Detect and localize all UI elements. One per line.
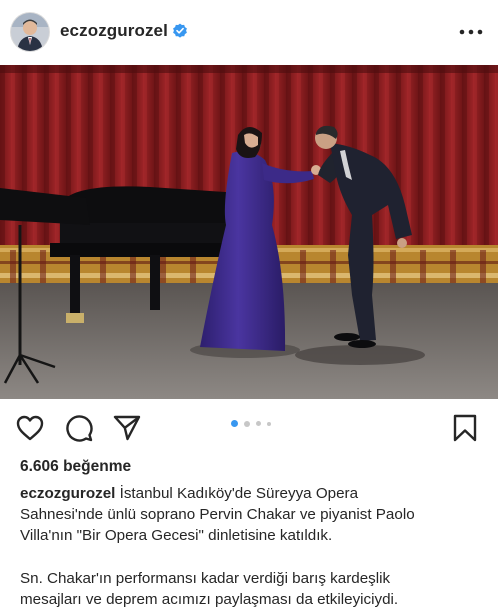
- caption-text: mesajları ve deprem acımızı paylaşması d…: [20, 591, 399, 608]
- carousel-dot: [244, 420, 250, 427]
- caption-username[interactable]: eczozgurozel: [20, 485, 115, 502]
- likes-count[interactable]: 6.606 beğenme: [20, 458, 131, 476]
- comment-bubble-icon[interactable]: [64, 413, 94, 443]
- verified-badge-icon: [173, 23, 187, 38]
- bookmark-icon[interactable]: [450, 413, 480, 443]
- caption-line: eczozgurozel İstanbul Kadıköy'de Süreyya…: [20, 483, 490, 504]
- avatar[interactable]: [11, 13, 49, 51]
- caption-text: Sahnesi'nde ünlü soprano Pervin Chakar v…: [20, 506, 415, 523]
- post-header: eczozgurozel: [0, 0, 498, 64]
- heart-icon[interactable]: [15, 413, 45, 443]
- caption-text: Villa'nın "Bir Opera Gecesi" dinletisine…: [20, 527, 333, 544]
- post-caption: eczozgurozel İstanbul Kadıköy'de Süreyya…: [20, 483, 490, 610]
- carousel-dot-active: [231, 420, 238, 427]
- post-username[interactable]: eczozgurozel: [60, 21, 168, 41]
- carousel-dot: [256, 421, 261, 426]
- carousel-dot: [267, 421, 271, 426]
- caption-text: Sn. Chakar'ın performansı kadar verdiği …: [20, 570, 391, 587]
- more-options-icon[interactable]: [458, 24, 484, 40]
- caption-text: İstanbul Kadıköy'de Süreyya Opera: [119, 485, 359, 502]
- paper-plane-icon[interactable]: [112, 413, 142, 443]
- post-actions: [0, 400, 498, 455]
- post-photo[interactable]: [0, 65, 498, 399]
